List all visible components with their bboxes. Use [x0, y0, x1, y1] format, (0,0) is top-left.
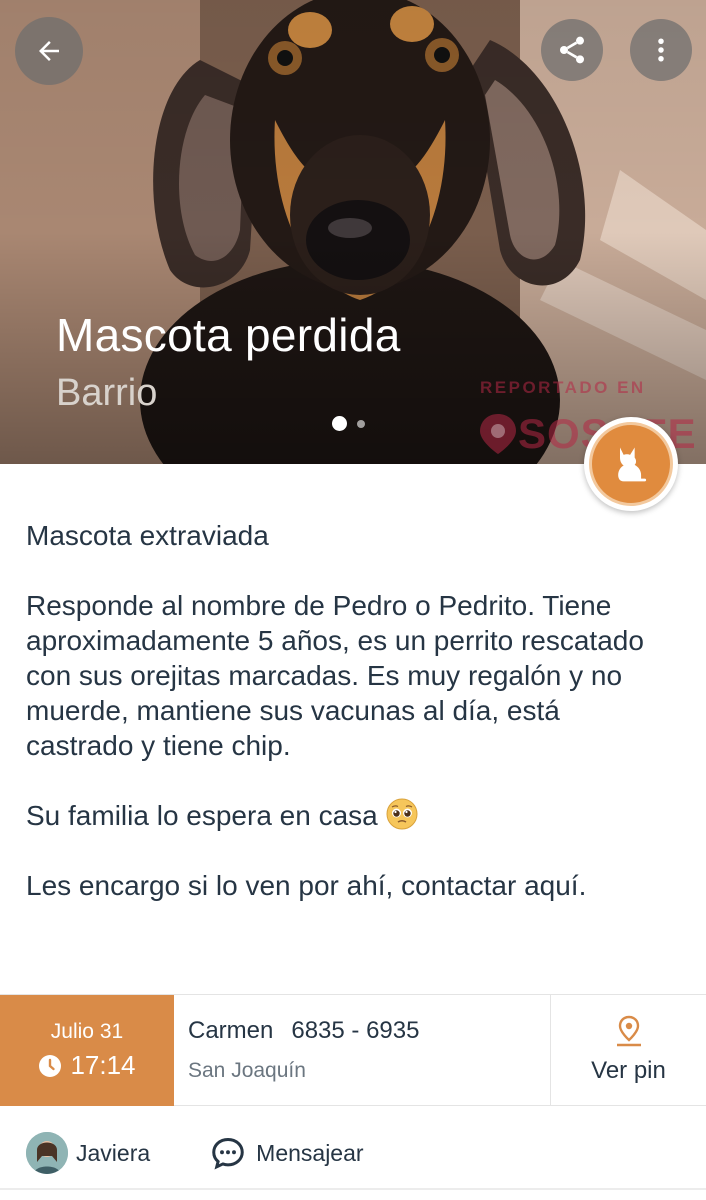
more-options-button[interactable]	[630, 19, 692, 81]
contact-name: Carmen	[188, 1017, 274, 1044]
share-icon	[560, 36, 584, 64]
carousel-dot	[357, 419, 365, 428]
post-paragraph: Responde al nombre de Pedro o Pedrito. T…	[26, 590, 644, 761]
post-heading: Mascota extraviada	[26, 520, 269, 551]
cat-icon	[618, 447, 647, 482]
category-fab[interactable]	[584, 417, 678, 511]
footer-actions: Javiera Mensajear	[0, 1106, 706, 1200]
arrow-left-icon	[39, 41, 59, 61]
watermark-caption: REPORTADO EN	[480, 378, 646, 397]
post-time-row: 17:14	[38, 1050, 136, 1081]
clock-icon	[39, 1054, 62, 1077]
pleading-face-icon	[386, 798, 418, 830]
page-title: Mascota perdida	[56, 309, 401, 361]
chat-bubble-icon	[212, 1137, 244, 1170]
map-pin-icon	[616, 1015, 641, 1047]
message-label: Mensajear	[256, 1139, 364, 1166]
author-name: Javiera	[76, 1139, 151, 1166]
view-pin-button[interactable]: Ver pin	[551, 995, 706, 1105]
carousel-indicator	[332, 416, 365, 431]
post-paragraph-2: Su familia lo espera en casa	[26, 798, 666, 833]
view-pin-label: Ver pin	[591, 1057, 666, 1084]
info-row: Julio 31 17:14 Carmen 6835 - 6935 San Jo…	[0, 994, 706, 1106]
avatar	[26, 1132, 68, 1174]
carousel-dot-active	[332, 416, 347, 431]
contact-area: San Joaquín	[188, 1059, 306, 1082]
hero-image-carousel[interactable]: Mascota perdida Barrio REPORTADO EN SOSA…	[0, 0, 706, 464]
post-body: Mascota extraviada Responde al nombre de…	[26, 518, 666, 938]
divider	[0, 1188, 706, 1190]
post-paragraph-3: Les encargo si lo ven por ahí, contactar…	[26, 870, 587, 901]
post-date: Julio 31	[50, 1020, 124, 1043]
contact-phone[interactable]: 6835 - 6935	[291, 1017, 419, 1045]
location-shield-icon	[480, 414, 516, 454]
category-badge	[589, 422, 673, 506]
more-vertical-icon	[658, 38, 664, 62]
post-paragraph-2-text: Su familia lo espera en casa	[26, 800, 378, 831]
user-avatar-image	[26, 1132, 68, 1174]
contact-line: Carmen 6835 - 6935	[188, 1017, 550, 1045]
author-profile[interactable]: Javiera	[26, 1132, 150, 1174]
share-button[interactable]	[541, 19, 603, 81]
contact-box[interactable]: Carmen 6835 - 6935 San Joaquín	[174, 995, 551, 1105]
date-time-box: Julio 31 17:14	[0, 995, 174, 1106]
message-button[interactable]: Mensajear	[210, 1135, 364, 1171]
back-button[interactable]	[15, 17, 83, 85]
page-subtitle: Barrio	[56, 372, 158, 414]
post-time: 17:14	[70, 1050, 136, 1080]
